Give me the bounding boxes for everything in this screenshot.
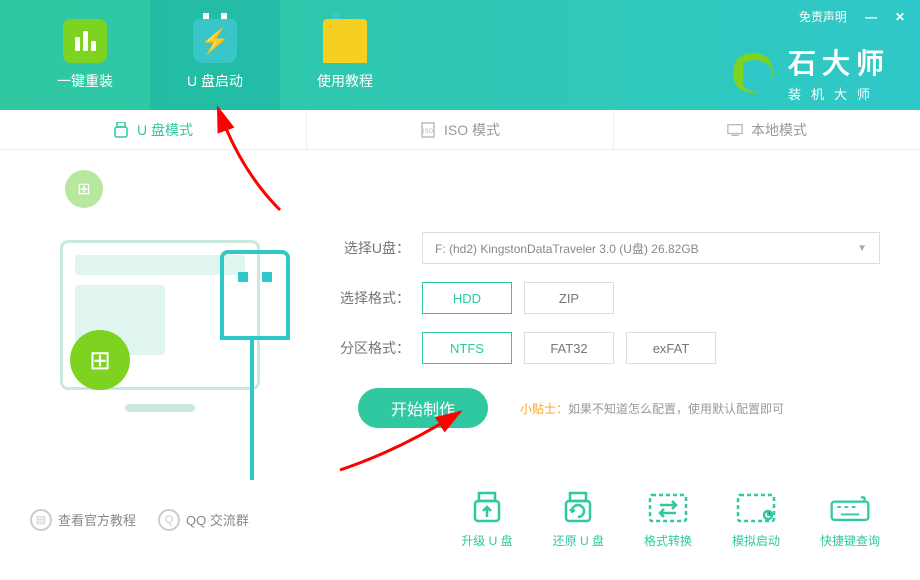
- logo-icon: [728, 48, 778, 98]
- tutorial-icon: [323, 19, 367, 63]
- official-tutorial-link[interactable]: ▤ 查看官方教程: [30, 509, 136, 531]
- mode-label: ISO 模式: [444, 120, 500, 140]
- partition-option-exfat[interactable]: exFAT: [626, 332, 716, 364]
- reinstall-icon: [63, 19, 107, 63]
- mode-label: 本地模式: [751, 120, 807, 140]
- nav-label: U 盘启动: [187, 71, 243, 91]
- select-usb-label: 选择U盘：: [340, 238, 410, 258]
- partition-label: 分区格式：: [340, 338, 410, 358]
- partition-option-ntfs[interactable]: NTFS: [422, 332, 512, 364]
- footer: ▤ 查看官方教程 Q QQ 交流群 升级 U 盘 还原 U 盘 格式转换 模拟启…: [0, 480, 920, 569]
- tool-format-convert[interactable]: 格式转换: [644, 490, 692, 549]
- mode-tab-iso[interactable]: ISO ISO 模式: [307, 110, 614, 149]
- iso-icon: ISO: [420, 122, 436, 138]
- windows-badge-icon: ⊞: [65, 170, 103, 208]
- mode-tab-local[interactable]: 本地模式: [614, 110, 920, 149]
- qq-group-link[interactable]: Q QQ 交流群: [158, 509, 249, 531]
- mode-tabs: U 盘模式 ISO ISO 模式 本地模式: [0, 110, 920, 150]
- close-button[interactable]: ✕: [895, 10, 905, 24]
- nav-label: 一键重装: [57, 71, 113, 91]
- logo-subtitle: 装机大师: [788, 84, 890, 103]
- book-icon: ▤: [30, 509, 52, 531]
- config-form: 选择U盘： F: (hd2) KingstonDataTraveler 3.0 …: [280, 180, 880, 470]
- format-label: 选择格式：: [340, 288, 410, 308]
- mode-label: U 盘模式: [137, 120, 193, 140]
- tool-restore-usb[interactable]: 还原 U 盘: [553, 490, 604, 549]
- usb-cable-graphic: [250, 340, 254, 480]
- usb-plug-graphic: [220, 250, 290, 340]
- usb-illustration: ⊞ ⊞: [40, 180, 280, 470]
- mode-tab-usb[interactable]: U 盘模式: [0, 110, 307, 149]
- nav-tab-reinstall[interactable]: 一键重装: [20, 0, 150, 110]
- usb-icon: [113, 122, 129, 138]
- format-option-zip[interactable]: ZIP: [524, 282, 614, 314]
- tool-simulate-boot[interactable]: 模拟启动: [732, 490, 780, 549]
- usb-boot-icon: ⚡: [193, 19, 237, 63]
- keyboard-icon: [828, 490, 872, 526]
- minimize-button[interactable]: —: [865, 10, 877, 24]
- local-icon: [727, 122, 743, 138]
- tool-shortcut-query[interactable]: 快捷键查询: [820, 490, 880, 549]
- convert-icon: [646, 490, 690, 526]
- start-button[interactable]: 开始制作: [358, 388, 488, 428]
- nav-tabs: 一键重装 ⚡ U 盘启动 使用教程: [20, 0, 410, 110]
- simulate-icon: [734, 490, 778, 526]
- logo-title: 石大师: [788, 42, 890, 82]
- tip-label: 小贴士：: [520, 402, 568, 416]
- nav-tab-tutorial[interactable]: 使用教程: [280, 0, 410, 110]
- usb-select-value: F: (hd2) KingstonDataTraveler 3.0 (U盘) 2…: [435, 240, 699, 257]
- partition-option-fat32[interactable]: FAT32: [524, 332, 614, 364]
- chevron-down-icon: ▼: [857, 243, 867, 254]
- disclaimer-link[interactable]: 免责声明: [799, 8, 847, 25]
- upgrade-icon: [465, 490, 509, 526]
- qq-icon: Q: [158, 509, 180, 531]
- nav-label: 使用教程: [317, 71, 373, 91]
- app-header: 一键重装 ⚡ U 盘启动 使用教程 免责声明 — ✕ 石大师 装机大师: [0, 0, 920, 110]
- tip-text: 小贴士：如果不知道怎么配置，使用默认配置即可: [520, 400, 784, 417]
- usb-select[interactable]: F: (hd2) KingstonDataTraveler 3.0 (U盘) 2…: [422, 232, 880, 264]
- windows-badge-icon: ⊞: [70, 330, 130, 390]
- logo: 石大师 装机大师: [728, 42, 890, 103]
- tool-upgrade-usb[interactable]: 升级 U 盘: [461, 490, 512, 549]
- svg-text:ISO: ISO: [423, 129, 434, 135]
- nav-tab-usb-boot[interactable]: ⚡ U 盘启动: [150, 0, 280, 110]
- window-controls: 免责声明 — ✕: [799, 8, 905, 25]
- format-option-hdd[interactable]: HDD: [422, 282, 512, 314]
- restore-icon: [556, 490, 600, 526]
- main-content: ⊞ ⊞ 选择U盘： F: (hd2) KingstonDataTraveler …: [0, 150, 920, 480]
